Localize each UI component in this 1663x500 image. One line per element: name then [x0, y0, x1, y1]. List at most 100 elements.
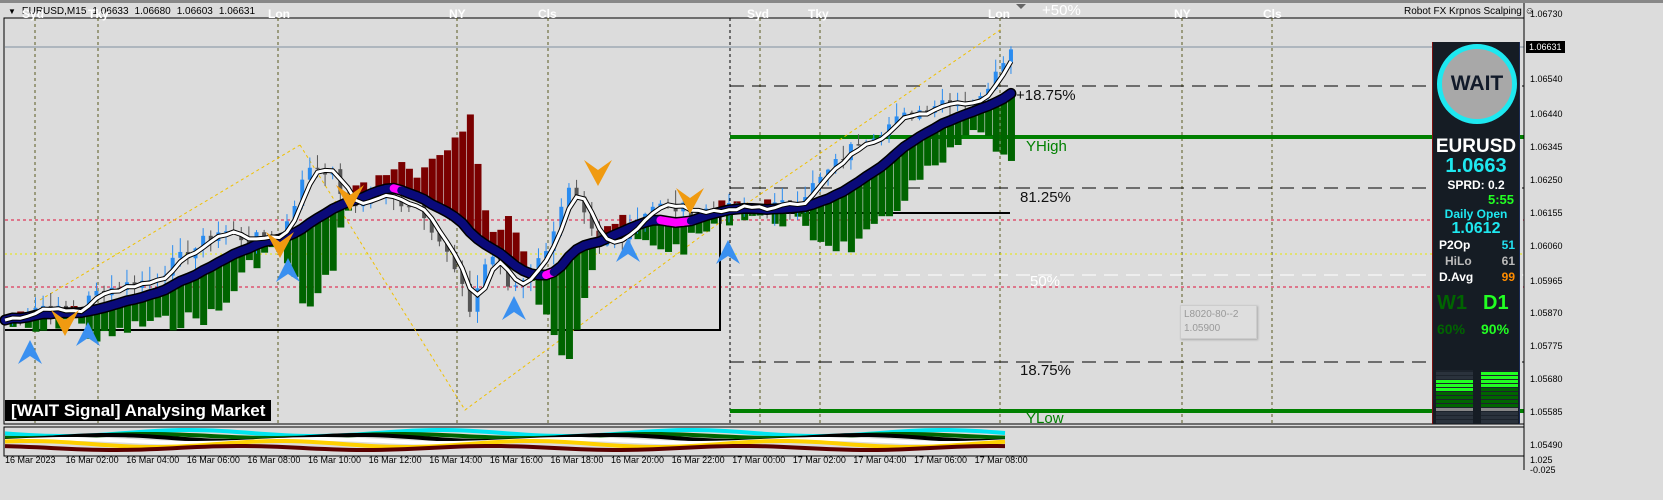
price-axis-label: 1.06540 — [1530, 74, 1563, 84]
level-yhigh: YHigh — [1026, 138, 1067, 155]
time-axis-label: 17 Mar 04:00 — [853, 455, 907, 465]
histogram-bar — [847, 186, 855, 253]
daily-open-value: 1.0612 — [1451, 220, 1501, 237]
tooltip-price: 1.05900 — [1184, 323, 1221, 334]
price-axis-label: 1.06060 — [1530, 241, 1563, 251]
main-plot-area — [3, 17, 1525, 425]
stat-davg: D.Avg 99 — [1439, 270, 1515, 284]
ohlc-low: 1.06603 — [176, 6, 213, 17]
price-axis-label: 1.05585 — [1530, 407, 1563, 417]
stat-label: P2Op — [1439, 238, 1471, 252]
session-label: Cls — [1263, 7, 1282, 21]
signal-banner: [WAIT Signal] Analysing Market — [5, 400, 272, 421]
time-axis-label: 17 Mar 08:00 — [974, 455, 1028, 465]
line-tooltip: L8020-80--2 1.05900 — [1180, 305, 1257, 339]
candle-body — [490, 256, 495, 265]
candle-body — [513, 285, 518, 287]
price-axis-label: 1.06730 — [1530, 9, 1563, 19]
histogram-bar — [543, 274, 551, 315]
histogram-bar — [306, 223, 314, 307]
current-price-label: 1.06631 — [1526, 41, 1565, 53]
histogram-bar — [550, 272, 558, 336]
meter-segment — [1481, 392, 1518, 395]
session-label: NY — [1174, 7, 1191, 21]
meter-segment — [1436, 412, 1473, 415]
time-axis-label: 16 Mar 12:00 — [368, 455, 422, 465]
meter-segment — [1436, 416, 1473, 419]
meter-segment — [1481, 376, 1518, 379]
histogram-bar — [558, 266, 566, 356]
time-axis-label: 16 Mar 04:00 — [126, 455, 180, 465]
price-axis-label: 1.05870 — [1530, 308, 1563, 318]
time-axis-label: 16 Mar 02:00 — [65, 455, 119, 465]
stat-p2op: P2Op 51 — [1439, 238, 1515, 252]
signal-panel: WAIT EURUSD 1.0663 SPRD: 0.2 5:55 Daily … — [1432, 42, 1520, 424]
ohlc-high: 1.06680 — [134, 6, 171, 17]
meter-segment — [1481, 408, 1518, 411]
panel-price: 1.0663 — [1445, 155, 1507, 177]
stat-hilo: HiLo 61 — [1439, 254, 1515, 268]
meter-segment — [1481, 396, 1518, 399]
meter-segment — [1481, 380, 1518, 383]
meter-segment — [1436, 392, 1473, 395]
w1-label: W1 — [1437, 292, 1467, 314]
meter-segment — [1481, 400, 1518, 403]
time-axis-label: 16 Mar 20:00 — [611, 455, 665, 465]
session-label: Lon — [268, 7, 290, 21]
wait-signal-badge: WAIT — [1437, 44, 1517, 124]
price-axis-label: 1.05965 — [1530, 276, 1563, 286]
meter-segment — [1481, 388, 1518, 391]
histogram-bar — [444, 150, 452, 212]
price-axis-label: 1.06345 — [1530, 142, 1563, 152]
histogram-bar — [466, 114, 474, 233]
meter-segment — [1436, 380, 1473, 383]
top-border — [0, 0, 1663, 3]
meter-segment — [1481, 420, 1518, 423]
candle-body — [780, 200, 785, 203]
d1-strength-meter — [1481, 370, 1518, 424]
candle-body — [856, 144, 861, 146]
meter-segment — [1436, 420, 1473, 423]
expert-advisor-label: Robot FX Krpnos Scalping ☺ — [1404, 6, 1535, 17]
level-8125: 81.25% — [1020, 189, 1071, 206]
session-label: NY — [449, 7, 466, 21]
level-1875: 18.75% — [1020, 362, 1071, 379]
meter-segment — [1436, 408, 1473, 411]
histogram-bar — [992, 102, 1000, 152]
meter-segment — [1481, 404, 1518, 407]
stat-label: HiLo — [1445, 254, 1472, 268]
session-label: Tky — [88, 7, 109, 21]
daily-open-label: Daily Open — [1444, 207, 1508, 221]
histogram-bar — [1007, 93, 1015, 161]
histogram-bar — [840, 191, 848, 242]
chart-header: ▼ EURUSD,M15 1.06633 1.06680 1.06603 1.0… — [8, 6, 255, 17]
histogram-bar — [870, 171, 878, 224]
session-label: Lon — [988, 7, 1010, 21]
marker-triangle-icon — [1016, 4, 1026, 9]
time-axis-label: 16 Mar 10:00 — [308, 455, 362, 465]
histogram-bar — [200, 270, 208, 326]
time-axis-label: 17 Mar 02:00 — [792, 455, 846, 465]
histogram-bar — [459, 131, 467, 223]
meter-segment — [1436, 376, 1473, 379]
time-axis-label: 17 Mar 00:00 — [732, 455, 786, 465]
time-axis-label: 16 Mar 08:00 — [247, 455, 301, 465]
panel-timer: 5:55 — [1487, 192, 1514, 207]
time-axis-label: 16 Mar 14:00 — [429, 455, 483, 465]
price-axis-label: 1.06250 — [1530, 175, 1563, 185]
session-label: Tky — [808, 7, 829, 21]
meter-segment — [1436, 388, 1473, 391]
session-label: Syd — [747, 7, 770, 21]
meter-segment — [1436, 384, 1473, 387]
histogram-bar — [474, 163, 482, 239]
d1-label: D1 — [1483, 292, 1509, 314]
price-axis-label: 1.05775 — [1530, 341, 1563, 351]
dropdown-triangle-icon[interactable]: ▼ — [8, 7, 16, 16]
price-chart[interactable] — [0, 0, 1663, 500]
time-axis-label: 16 Mar 2023 — [5, 455, 56, 465]
meter-segment — [1436, 396, 1473, 399]
price-axis-label: 1.05490 — [1530, 440, 1563, 450]
session-label: Cls — [538, 7, 557, 21]
meter-segment — [1436, 404, 1473, 407]
histogram-bar — [565, 256, 573, 360]
